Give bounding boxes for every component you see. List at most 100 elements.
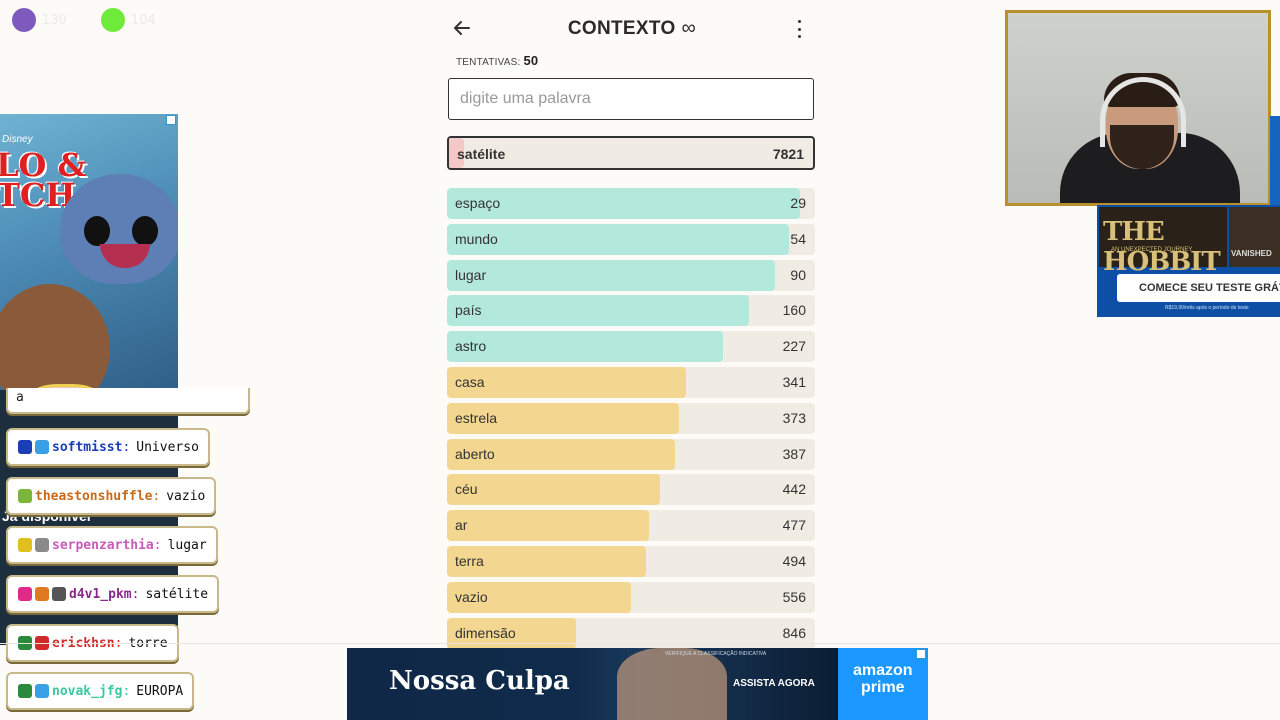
trial-cta-button[interactable]: COMECE SEU TESTE GRÁT [1117, 274, 1280, 302]
guess-word: lugar [455, 266, 487, 283]
chat-username: theastonshuffle [35, 488, 153, 504]
trial-note: R$19,90/mês após o período de teste [1165, 305, 1249, 311]
guess-word: vazio [455, 588, 488, 605]
status-dot-icon [12, 8, 36, 32]
chat-badge-icon [52, 587, 66, 601]
chat-badge-icon [35, 538, 49, 552]
guess-rank: 341 [782, 374, 806, 390]
guess-word: aberto [455, 445, 495, 462]
guess-row: estrela 373 [447, 402, 815, 434]
guess-bar-fill [447, 295, 749, 327]
attempts-counter: TENTATIVAS: 50 [456, 53, 538, 68]
poster-subtitle: AN UNEXPECTED JOURNEY [1111, 247, 1193, 253]
guess-rank: 54 [790, 230, 806, 247]
couple-image [617, 648, 727, 720]
chat-separator: : [131, 586, 140, 602]
guess-word: mundo [455, 230, 498, 247]
attempts-value: 50 [523, 53, 539, 68]
guess-word: espaço [455, 195, 501, 211]
nossa-culpa-ad[interactable]: Nossa Culpa VERIFIQUE A CLASSIFICAÇÃO IN… [347, 648, 928, 720]
webcam-frame [1005, 10, 1271, 206]
viewer-count: 104 [131, 12, 156, 28]
chat-message-partial: a [6, 388, 250, 414]
guess-word: céu [455, 481, 478, 498]
guess-bar-fill [447, 331, 723, 363]
guess-word: satélite [457, 146, 506, 162]
viewer-stat-a: 130 [12, 8, 67, 32]
chat-badge-icon [18, 684, 32, 698]
viewer-stat-b: 104 [101, 8, 156, 32]
chat-username: softmisst [52, 439, 123, 455]
guess-row: mundo 54 [447, 223, 815, 255]
girl-image [0, 284, 110, 390]
chat-badge-icon [35, 684, 49, 698]
chat-message: softmisst: Universo [6, 428, 210, 466]
chat-badge-icon [35, 587, 49, 601]
guess-rank: 846 [782, 624, 806, 641]
guess-rank: 160 [782, 302, 806, 319]
ad-choices-icon[interactable] [916, 649, 926, 659]
guess-word: astro [455, 338, 487, 355]
chat-message: serpenzarthia: lugar [6, 526, 218, 564]
guess-word: ar [455, 517, 468, 534]
chat-text: Universo [136, 439, 199, 455]
divider [0, 643, 1280, 644]
streaming-service-ad[interactable]: THE HOBBIT AN UNEXPECTED JOURNEY VANISHE… [1097, 205, 1280, 317]
guess-row: aberto 387 [447, 438, 815, 470]
more-vertical-icon[interactable] [790, 20, 808, 38]
stitch-eye [132, 216, 158, 246]
prime-logo: amazon prime [853, 662, 913, 696]
guess-word: casa [455, 374, 485, 390]
guess-row: ar 477 [447, 510, 815, 542]
word-input[interactable] [448, 78, 814, 120]
guess-row: país 160 [447, 295, 815, 327]
chat-text: EUROPA [136, 683, 184, 699]
ad-edge-strip [1270, 116, 1280, 206]
chat-text: vazio [166, 488, 206, 504]
guess-row: céu 442 [447, 474, 815, 506]
guess-bar-fill [447, 223, 790, 255]
guess-rank: 373 [782, 409, 806, 426]
page-title: CONTEXTO ∞ [446, 17, 818, 40]
guess-row: terra 494 [447, 546, 815, 577]
chat-separator: : [153, 537, 162, 553]
guess-bar-fill [447, 474, 661, 506]
watch-now-button[interactable]: ASSISTA AGORA [733, 678, 815, 689]
guess-row: astro 227 [447, 331, 815, 363]
chat-text: satélite [145, 586, 209, 602]
ad-choices-icon[interactable] [166, 115, 176, 125]
chat-separator: : [122, 439, 131, 455]
guess-row: espaço 29 [447, 188, 815, 219]
guess-rank: 90 [790, 266, 806, 283]
guess-row: vazio 556 [447, 581, 815, 613]
guess-rank: 442 [782, 481, 806, 498]
game-title: CONTEXTO [567, 18, 676, 39]
guess-row: casa 341 [447, 367, 815, 398]
ad-brand: Disney [2, 134, 33, 145]
guess-row: lugar 90 [447, 259, 815, 291]
chat-separator: : [152, 488, 161, 504]
infinity-icon[interactable]: ∞ [682, 17, 697, 39]
poster2-title: VANISHED [1231, 249, 1272, 258]
contexto-game: CONTEXTO ∞ TENTATIVAS:50 satélite 7821 es… [446, 0, 818, 649]
viewer-count: 130 [42, 12, 67, 28]
lilo-stitch-ad[interactable]: Disney LO & TCH [0, 114, 178, 390]
current-guess-row: satélite 7821 [447, 136, 815, 170]
ad-classification: VERIFIQUE A CLASSIFICAÇÃO INDICATIVA [665, 651, 767, 657]
attempts-label: TENTATIVAS: [456, 57, 521, 68]
chat-separator: : [122, 683, 131, 699]
chat-badge-icon [18, 489, 32, 503]
guess-rank: 7821 [772, 146, 804, 162]
chat-message: d4v1_pkm: satélite [6, 575, 220, 613]
guess-rank: 227 [782, 338, 806, 355]
chat-username: serpenzarthia [52, 537, 154, 553]
guess-rank: 477 [782, 517, 806, 534]
chat-message: novak_jfg: EUROPA [6, 672, 195, 710]
guess-bar-fill [447, 510, 650, 542]
chat-username: novak_jfg [52, 683, 123, 699]
guess-rank: 556 [782, 588, 806, 605]
guess-bar-fill [447, 259, 775, 291]
chat-badge-icon [18, 440, 32, 454]
guess-word: dimensão [455, 624, 516, 641]
guess-word: terra [455, 553, 484, 569]
